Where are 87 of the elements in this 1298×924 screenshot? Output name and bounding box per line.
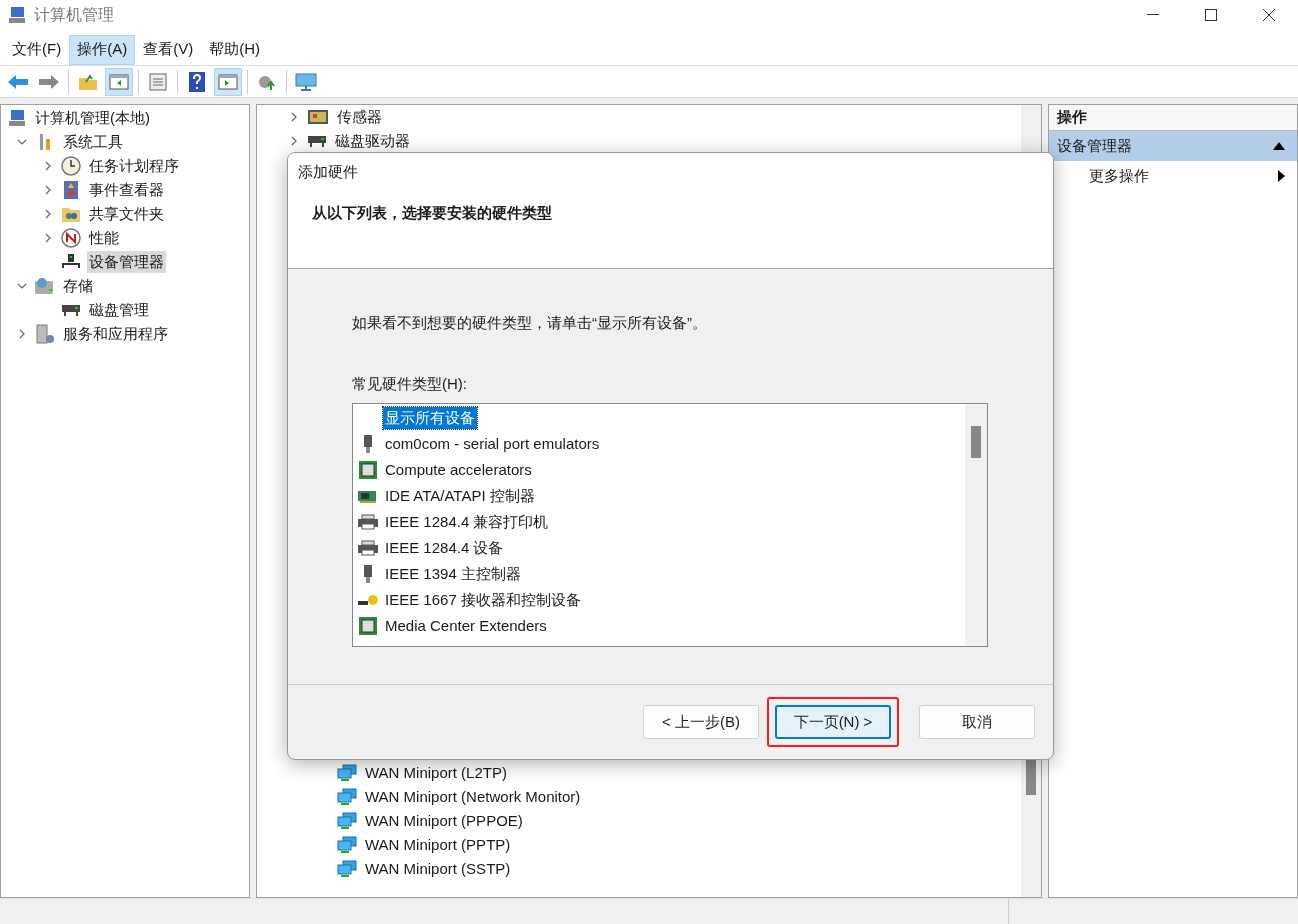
hardware-type-item[interactable]: IEEE 1284.4 兼容打印机 — [383, 511, 551, 533]
chip-icon — [358, 460, 378, 480]
computer-icon — [8, 6, 26, 24]
hardware-type-item[interactable]: IEEE 1284.4 设备 — [383, 537, 506, 559]
tree-item[interactable]: 存储 — [61, 274, 95, 298]
action-pane-icon — [218, 73, 238, 90]
dialog-title: 添加硬件 — [297, 162, 359, 182]
tree-item[interactable]: 任务计划程序 — [87, 154, 181, 178]
tree-item[interactable]: 系统工具 — [61, 130, 125, 154]
device-item[interactable]: WAN Miniport (SSTP) — [365, 857, 511, 881]
window-title: 计算机管理 — [34, 5, 114, 25]
chevron-right-icon[interactable] — [43, 209, 53, 219]
hardware-type-item[interactable]: 显示所有设备 — [383, 407, 477, 429]
shared-folder-icon — [61, 205, 81, 223]
tree-item[interactable]: 设备管理器 — [87, 250, 166, 274]
event-log-icon — [62, 180, 80, 200]
menu-item[interactable]: 帮助(H) — [201, 34, 268, 65]
tree-item[interactable]: 共享文件夹 — [87, 202, 166, 226]
back-arrow-icon — [7, 73, 29, 90]
menu-item[interactable]: 操作(A) — [69, 34, 136, 65]
hardware-type-item[interactable]: Compute accelerators — [383, 459, 534, 481]
device-item[interactable]: WAN Miniport (PPPOE) — [365, 809, 523, 833]
disk-drive-icon — [307, 134, 327, 148]
actions-header: 操作 — [1049, 105, 1297, 131]
chevron-right-icon[interactable] — [43, 185, 53, 195]
dialog-button[interactable]: 取消 — [919, 705, 1035, 739]
properties-icon — [149, 72, 167, 91]
chevron-right-icon[interactable] — [289, 112, 299, 122]
dialog-heading: 从以下列表，选择要安装的硬件类型 — [311, 202, 553, 223]
tree-item[interactable]: 磁盘管理 — [87, 298, 151, 322]
device-manager-icon — [61, 253, 81, 271]
menu-item[interactable]: 查看(V) — [135, 34, 202, 65]
hardware-type-item[interactable]: IDE ATA/ATAPI 控制器 — [383, 485, 537, 507]
gauge-icon — [61, 228, 81, 248]
device-item[interactable]: WAN Miniport (Network Monitor) — [365, 785, 581, 809]
network-adapter-icon — [337, 764, 357, 782]
maximize-icon[interactable] — [1205, 9, 1217, 21]
disk-drive-icon — [61, 303, 81, 317]
chevron-right-icon[interactable] — [17, 329, 27, 339]
tree-item[interactable]: 计算机管理(本地) — [33, 106, 152, 130]
device-item[interactable]: WAN Miniport (PPTP) — [365, 833, 511, 857]
printer-icon — [357, 540, 379, 556]
connector-icon — [362, 564, 374, 584]
clock-icon — [61, 156, 81, 176]
chevron-right-icon[interactable] — [43, 161, 53, 171]
network-adapter-icon — [337, 860, 357, 878]
minimize-icon[interactable] — [1147, 14, 1159, 16]
chevron-right-icon[interactable] — [43, 233, 53, 243]
sensor-icon — [307, 109, 329, 125]
submenu-arrow-icon — [1278, 170, 1285, 182]
network-adapter-icon — [337, 788, 357, 806]
network-adapter-icon — [337, 836, 357, 854]
forward-arrow-icon — [38, 73, 60, 90]
tree-pane-icon — [109, 73, 129, 90]
action-link[interactable]: 更多操作 — [1089, 164, 1149, 188]
help-icon — [189, 71, 205, 92]
hardware-type-item[interactable]: com0com - serial port emulators — [383, 433, 602, 455]
device-category[interactable]: 磁盘驱动器 — [335, 129, 410, 153]
hardware-type-item[interactable]: Media Center Extenders — [383, 615, 549, 637]
printer-icon — [357, 514, 379, 530]
tree-item[interactable]: 事件查看器 — [87, 178, 166, 202]
device-item[interactable]: WAN Miniport (L2TP) — [365, 761, 507, 785]
menu-item[interactable]: 文件(F) — [4, 34, 70, 65]
monitor-icon — [295, 72, 317, 91]
network-adapter-icon — [337, 812, 357, 830]
hardware-type-item[interactable]: IEEE 1394 主控制器 — [383, 563, 523, 585]
close-icon[interactable] — [1263, 9, 1275, 21]
chevron-down-icon[interactable] — [17, 281, 27, 291]
storage-icon — [34, 277, 56, 295]
computer-icon — [8, 109, 26, 127]
tree-item[interactable]: 性能 — [87, 226, 121, 250]
tree-item[interactable]: 服务和应用程序 — [61, 322, 170, 346]
server-icon — [35, 324, 55, 344]
controller-card-icon — [357, 488, 379, 504]
dialog-button[interactable]: < 上一步(B) — [643, 705, 759, 739]
folder-icon — [78, 72, 98, 91]
list-label: 常见硬件类型(H): — [352, 373, 467, 394]
chip-icon — [358, 616, 378, 636]
chevron-right-icon[interactable] — [289, 136, 299, 146]
connector-icon — [362, 434, 374, 454]
dialog-button[interactable]: 下一页(N) > — [775, 705, 891, 739]
chevron-down-icon[interactable] — [17, 137, 27, 147]
hint-text: 如果看不到想要的硬件类型，请单击“显示所有设备”。 — [352, 313, 707, 333]
collapse-triangle-icon[interactable] — [1273, 142, 1285, 150]
hardware-type-item[interactable]: IEEE 1667 接收器和控制设备 — [383, 589, 583, 611]
device-category[interactable]: 传感器 — [337, 105, 382, 129]
scrollbar[interactable] — [965, 404, 987, 646]
